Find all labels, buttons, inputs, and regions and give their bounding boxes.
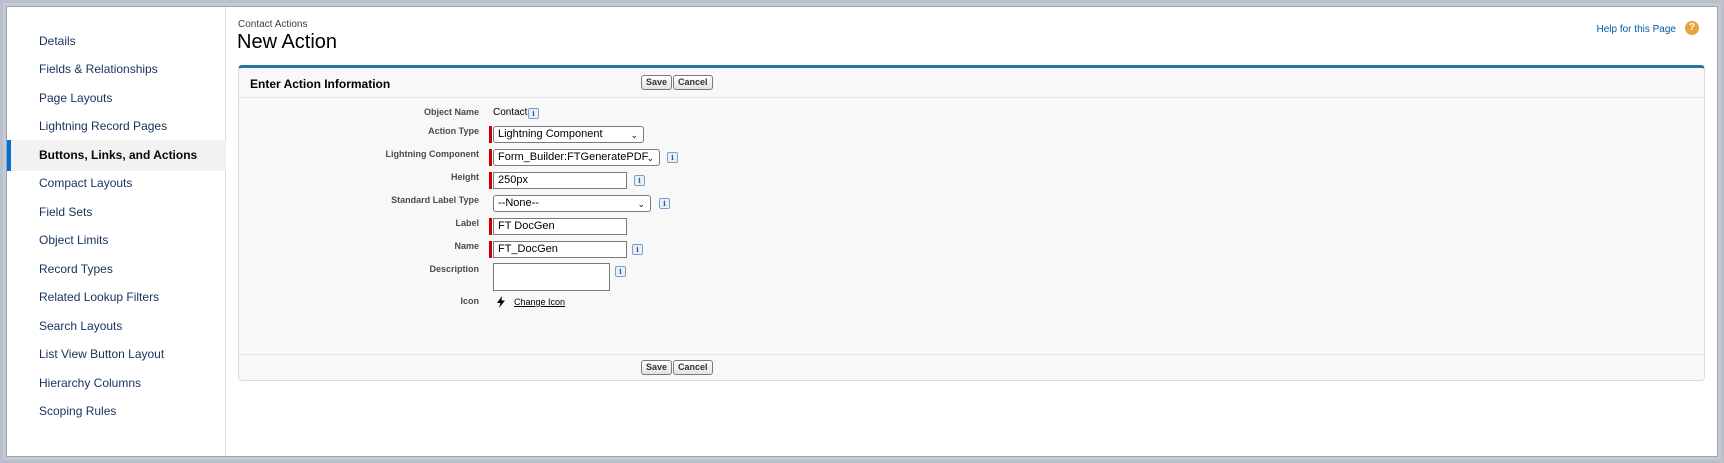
- description-label: Description: [429, 264, 479, 274]
- main-content: Contact Actions New Action Help for this…: [227, 7, 1717, 456]
- required-indicator: [489, 218, 492, 235]
- info-icon[interactable]: i: [667, 152, 678, 163]
- page-title: New Action: [237, 31, 338, 53]
- description-textarea[interactable]: [493, 263, 610, 291]
- height-label: Height: [451, 172, 479, 182]
- standard-label-type-select[interactable]: --None-- ⌄: [493, 195, 651, 212]
- sidebar-item-object-limits[interactable]: Object Limits: [7, 225, 226, 256]
- app-window: Details Fields & Relationships Page Layo…: [6, 6, 1718, 457]
- standard-label-type-label: Standard Label Type: [391, 195, 479, 205]
- sidebar-item-details[interactable]: Details: [7, 26, 226, 57]
- required-indicator: [489, 172, 492, 189]
- label-input[interactable]: FT DocGen: [493, 218, 627, 235]
- sidebar-item-related-lookup-filters[interactable]: Related Lookup Filters: [7, 282, 226, 313]
- sidebar-item-fields-relationships[interactable]: Fields & Relationships: [7, 54, 226, 85]
- action-type-label: Action Type: [428, 126, 479, 136]
- object-name-label: Object Name: [423, 107, 479, 117]
- action-type-select-value: Lightning Component: [498, 128, 603, 140]
- panel-header: Enter Action Information Save Cancel: [239, 68, 1704, 98]
- sidebar-item-search-layouts[interactable]: Search Layouts: [7, 311, 226, 342]
- sidebar-item-hierarchy-columns[interactable]: Hierarchy Columns: [7, 368, 226, 399]
- label-field-label: Label: [455, 218, 479, 228]
- info-icon[interactable]: i: [634, 175, 645, 186]
- change-icon-link[interactable]: Change Icon: [514, 297, 565, 307]
- lightning-component-label: Lightning Component: [385, 149, 479, 159]
- lightning-component-select[interactable]: Form_Builder:FTGeneratePDF ⌄: [493, 149, 660, 166]
- help-icon[interactable]: ?: [1685, 21, 1699, 35]
- sidebar-item-list-view-button-layout[interactable]: List View Button Layout: [7, 339, 226, 370]
- save-button[interactable]: Save: [641, 75, 673, 90]
- action-info-panel: Enter Action Information Save Cancel Obj…: [238, 65, 1705, 381]
- sidebar-item-field-sets[interactable]: Field Sets: [7, 197, 226, 228]
- icon-field-label: Icon: [460, 296, 479, 306]
- panel-title: Enter Action Information: [250, 77, 391, 91]
- standard-label-type-select-value: --None--: [498, 197, 539, 209]
- sidebar: Details Fields & Relationships Page Layo…: [7, 7, 226, 456]
- cancel-button[interactable]: Cancel: [673, 75, 713, 90]
- name-field-label: Name: [454, 241, 479, 251]
- object-name-value: Contact: [493, 107, 528, 118]
- info-icon[interactable]: i: [528, 108, 539, 119]
- required-indicator: [489, 149, 492, 166]
- sidebar-item-record-types[interactable]: Record Types: [7, 254, 226, 285]
- sidebar-item-lightning-record-pages[interactable]: Lightning Record Pages: [7, 111, 226, 142]
- cancel-button[interactable]: Cancel: [673, 360, 713, 375]
- chevron-down-icon: ⌄: [637, 199, 645, 209]
- height-input[interactable]: 250px: [493, 172, 627, 189]
- breadcrumb: Contact Actions: [238, 19, 308, 30]
- lightning-component-select-value: Form_Builder:FTGeneratePDF: [498, 151, 649, 163]
- name-input[interactable]: FT_DocGen: [493, 241, 627, 258]
- required-indicator: [489, 241, 492, 258]
- help-link[interactable]: Help for this Page: [1597, 24, 1677, 35]
- chevron-down-icon: ⌄: [630, 130, 638, 140]
- lightning-bolt-icon: [497, 296, 505, 308]
- info-icon[interactable]: i: [659, 198, 670, 209]
- sidebar-item-page-layouts[interactable]: Page Layouts: [7, 83, 226, 114]
- required-indicator: [489, 126, 492, 143]
- info-icon[interactable]: i: [615, 266, 626, 277]
- action-type-select[interactable]: Lightning Component ⌄: [493, 126, 644, 143]
- panel-footer: Save Cancel: [239, 354, 1704, 380]
- info-icon[interactable]: i: [632, 244, 643, 255]
- chevron-down-icon: ⌄: [646, 153, 654, 163]
- save-button[interactable]: Save: [641, 360, 673, 375]
- sidebar-item-buttons-links-actions[interactable]: Buttons, Links, and Actions: [7, 140, 226, 171]
- sidebar-item-compact-layouts[interactable]: Compact Layouts: [7, 168, 226, 199]
- sidebar-item-scoping-rules[interactable]: Scoping Rules: [7, 396, 226, 427]
